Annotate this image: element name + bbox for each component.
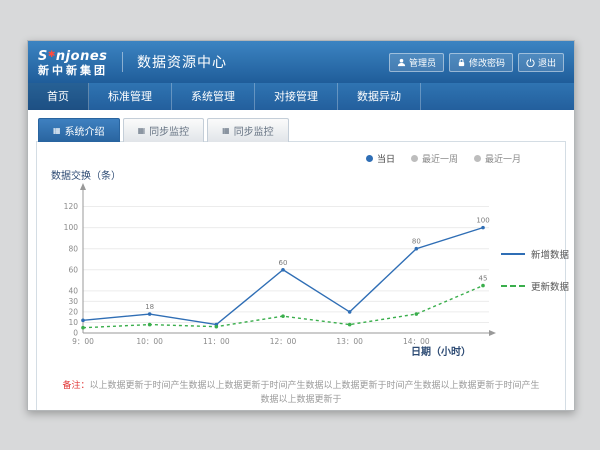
y-axis-title: 数据交换（条） (51, 167, 555, 182)
filter-last-month[interactable]: 最近一月 (474, 152, 521, 165)
svg-text:10: 10 (68, 318, 78, 327)
logo-chinese: 新中新集团 (38, 65, 108, 78)
chart-row: 01020304060801001209：0010：0011：0012：0013… (47, 182, 555, 357)
tab-sync-monitor-1[interactable]: ▦ 同步监控 (123, 118, 205, 142)
app-window: S✱njones 新中新集团 数据资源中心 管理员 修改密码 (27, 40, 575, 411)
svg-text:9：00: 9：00 (72, 337, 94, 346)
main-nav: 首页 标准管理 系统管理 对接管理 数据异动 (28, 83, 574, 110)
nav-item-data-change[interactable]: 数据异动 (338, 83, 421, 110)
svg-text:30: 30 (68, 297, 78, 306)
logout-button[interactable]: 退出 (518, 53, 564, 72)
svg-text:100: 100 (476, 217, 489, 225)
svg-text:80: 80 (68, 244, 78, 253)
change-password-label: 修改密码 (469, 56, 505, 69)
tab-label: 同步监控 (149, 123, 189, 138)
chart-panel: 当日 最近一周 最近一月 数据交换（条） 0102030406080100120… (36, 142, 566, 411)
svg-text:80: 80 (412, 238, 421, 246)
series-legend: 新增数据 更新数据 (501, 247, 569, 293)
page-title: 数据资源中心 (122, 52, 227, 72)
footnote-label: 备注： (62, 381, 89, 391)
filter-label: 当日 (377, 152, 395, 165)
filter-last-week[interactable]: 最近一周 (411, 152, 458, 165)
admin-user-button[interactable]: 管理员 (389, 53, 444, 72)
svg-text:60: 60 (68, 265, 78, 274)
tab-bar: ▦ 系统介绍 ▦ 同步监控 ▦ 同步监控 (36, 118, 566, 142)
logo-english: S✱njones (38, 46, 108, 65)
svg-text:12：00: 12：00 (270, 337, 297, 346)
legend-label: 新增数据 (531, 247, 569, 261)
svg-text:10：00: 10：00 (136, 337, 163, 346)
desktop-background: S✱njones 新中新集团 数据资源中心 管理员 修改密码 (0, 0, 600, 450)
tab-sync-monitor-2[interactable]: ▦ 同步监控 (207, 118, 289, 142)
grid-icon: ▦ (53, 127, 61, 135)
nav-item-integration-mgmt[interactable]: 对接管理 (255, 83, 338, 110)
lock-icon (457, 58, 466, 67)
svg-text:40: 40 (68, 286, 78, 295)
grid-icon: ▦ (138, 127, 146, 135)
filter-label: 最近一月 (485, 152, 521, 165)
change-password-button[interactable]: 修改密码 (449, 53, 513, 72)
footnote-text: 以上数据更新于时间产生数据以上数据更新于时间产生数据以上数据更新于时间产生数据以… (90, 381, 540, 405)
tab-label: 同步监控 (234, 123, 274, 138)
filter-label: 最近一周 (422, 152, 458, 165)
svg-text:13：00: 13：00 (336, 337, 363, 346)
svg-text:60: 60 (279, 259, 288, 267)
header-actions: 管理员 修改密码 退出 (389, 53, 564, 72)
svg-text:20: 20 (68, 308, 78, 317)
svg-text:18: 18 (145, 303, 154, 311)
nav-item-home[interactable]: 首页 (28, 83, 89, 110)
time-range-filters: 当日 最近一周 最近一月 (47, 148, 555, 165)
radio-dot-icon (366, 155, 373, 162)
user-icon (397, 58, 406, 67)
company-logo: S✱njones 新中新集团 (38, 46, 108, 78)
admin-user-label: 管理员 (409, 56, 436, 69)
legend-label: 更新数据 (531, 279, 569, 293)
legend-item-new-data[interactable]: 新增数据 (501, 247, 569, 261)
tab-system-intro[interactable]: ▦ 系统介绍 (38, 118, 120, 142)
svg-text:100: 100 (64, 223, 79, 232)
tab-label: 系统介绍 (65, 123, 105, 138)
logout-label: 退出 (538, 56, 556, 69)
svg-text:45: 45 (479, 275, 488, 283)
app-header: S✱njones 新中新集团 数据资源中心 管理员 修改密码 (28, 41, 574, 83)
power-icon (526, 58, 535, 67)
radio-dot-icon (474, 155, 481, 162)
svg-text:11：00: 11：00 (203, 337, 230, 346)
grid-icon: ▦ (222, 127, 230, 135)
radio-dot-icon (411, 155, 418, 162)
footnote: 备注：以上数据更新于时间产生数据以上数据更新于时间产生数据以上数据更新于时间产生… (47, 380, 555, 411)
nav-item-standard-mgmt[interactable]: 标准管理 (89, 83, 172, 110)
legend-item-updated-data[interactable]: 更新数据 (501, 279, 569, 293)
line-swatch-icon (501, 285, 525, 287)
logo-star-icon: ✱ (48, 50, 56, 60)
svg-text:120: 120 (64, 202, 79, 211)
filter-today[interactable]: 当日 (366, 152, 395, 165)
line-chart: 01020304060801001209：0010：0011：0012：0013… (47, 182, 497, 357)
line-swatch-icon (501, 253, 525, 255)
nav-item-system-mgmt[interactable]: 系统管理 (172, 83, 255, 110)
